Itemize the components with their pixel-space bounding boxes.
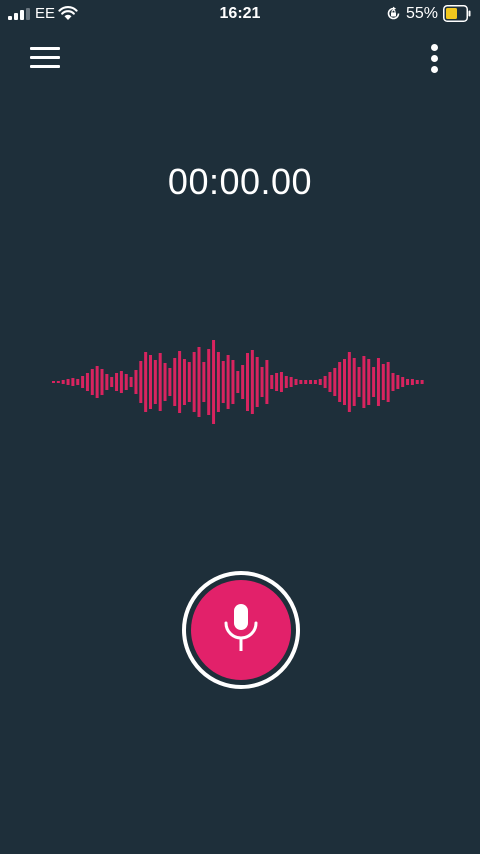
- waveform-bar: [81, 376, 85, 388]
- waveform-bar: [119, 371, 123, 393]
- waveform-bar: [124, 374, 128, 390]
- waveform-bar: [134, 370, 138, 394]
- waveform-bar: [149, 355, 152, 409]
- waveform-bar: [420, 380, 424, 384]
- audio-waveform: [52, 340, 424, 424]
- battery-percent: 55%: [406, 5, 439, 22]
- waveform-bar: [71, 378, 75, 386]
- waveform-bar: [139, 361, 143, 403]
- waveform-bar: [333, 368, 337, 396]
- waveform-bar: [231, 360, 235, 404]
- waveform-bar: [347, 352, 351, 412]
- waveform-bar: [255, 357, 259, 407]
- waveform-bar: [90, 369, 94, 395]
- waveform-bar: [192, 352, 196, 412]
- waveform-bar: [284, 376, 288, 388]
- waveform-bar: [212, 340, 216, 424]
- waveform-bar: [173, 358, 177, 406]
- waveform-bar: [396, 375, 400, 389]
- waveform-bar: [241, 365, 245, 399]
- waveform-bar: [153, 360, 157, 404]
- waveform-bar: [410, 379, 414, 385]
- waveform-bar: [338, 362, 342, 402]
- waveform-bar: [357, 367, 361, 397]
- waveform-bar: [187, 362, 191, 402]
- waveform-bar: [168, 368, 172, 396]
- waveform-bar: [129, 377, 133, 387]
- waveform-bar: [415, 380, 419, 384]
- waveform-bar: [406, 379, 410, 385]
- waveform-bar: [226, 355, 230, 409]
- waveform-bar: [100, 369, 104, 395]
- waveform-bar: [182, 359, 186, 405]
- waveform-bar: [304, 380, 308, 384]
- waveform-bar: [401, 377, 405, 387]
- microphone-icon: [224, 604, 258, 651]
- waveform-bar: [144, 352, 148, 412]
- waveform-bar: [299, 380, 303, 384]
- status-bar: EE 16:21 55%: [0, 0, 480, 28]
- waveform-bar: [386, 362, 390, 402]
- waveform-bar: [362, 356, 366, 408]
- waveform-bar: [221, 361, 225, 403]
- waveform-bar: [275, 373, 279, 391]
- waveform-bar: [381, 364, 385, 400]
- waveform-bar: [376, 358, 380, 406]
- waveform-bar: [207, 349, 211, 415]
- elapsed-time: 00:00.00: [167, 161, 313, 202]
- waveform-bar: [265, 360, 269, 404]
- waveform-bar: [85, 373, 89, 391]
- waveform-bar: [323, 376, 327, 388]
- waveform-bar: [246, 353, 249, 411]
- waveform-bar: [163, 363, 167, 401]
- waveform-bar: [95, 366, 99, 398]
- waveform-bar: [236, 371, 240, 393]
- waveform-bar: [328, 372, 332, 392]
- waveform-bar: [260, 367, 264, 397]
- waveform-bar: [270, 375, 274, 389]
- record-button[interactable]: [191, 580, 291, 680]
- battery-icon: [443, 5, 471, 22]
- waveform-bar: [367, 359, 371, 405]
- waveform-bar: [115, 373, 119, 391]
- more-vertical-icon[interactable]: [420, 40, 450, 76]
- waveform-bar: [391, 373, 395, 391]
- waveform-bar: [52, 381, 55, 383]
- waveform-bar: [372, 367, 376, 397]
- waveform-bar: [178, 351, 182, 413]
- waveform-bar: [279, 372, 283, 392]
- waveform-bar: [318, 379, 322, 385]
- waveform-bar: [309, 380, 313, 384]
- waveform-bar: [294, 379, 298, 385]
- waveform-bar: [313, 380, 317, 384]
- waveform-bar: [61, 380, 65, 384]
- hamburger-menu-icon[interactable]: [28, 44, 62, 72]
- waveform-bar: [197, 347, 201, 417]
- waveform-bar: [56, 381, 60, 383]
- waveform-bar: [158, 353, 162, 411]
- waveform-bar: [66, 379, 70, 385]
- waveform-bar: [110, 377, 114, 387]
- waveform-bar: [202, 362, 206, 402]
- waveform-bar: [250, 350, 254, 414]
- waveform-bar: [289, 377, 293, 387]
- waveform-bar: [343, 359, 346, 405]
- orientation-lock-icon: [387, 6, 400, 20]
- waveform-bar: [352, 358, 356, 406]
- waveform-bar: [76, 379, 80, 385]
- waveform-bar: [105, 374, 109, 390]
- waveform-bar: [216, 352, 220, 412]
